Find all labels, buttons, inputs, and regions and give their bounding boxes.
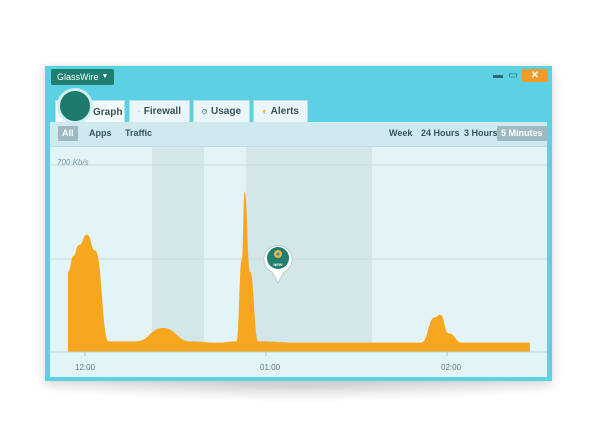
tab-bar: Graph Firewall Usage Alerts — [45, 88, 552, 124]
y-axis-label: 700 Kb/s — [57, 158, 89, 167]
gauge-icon — [202, 109, 207, 114]
filter-apps-button[interactable]: Apps — [85, 126, 116, 141]
tab-alerts-label: Alerts — [270, 106, 299, 117]
flame-icon — [138, 110, 140, 113]
timeline-band — [152, 147, 204, 352]
close-button[interactable]: ✕ — [522, 69, 548, 82]
maximize-button[interactable]: ▭ — [506, 69, 520, 82]
marker-label: NEW — [273, 262, 283, 267]
app-menu-label: GlassWire — [57, 72, 99, 82]
tab-usage[interactable]: Usage — [193, 100, 250, 122]
x-tick-label: 12:00 — [75, 363, 96, 372]
tab-usage-label: Usage — [210, 106, 241, 117]
bulb-icon — [262, 109, 266, 114]
title-bar: GlassWire ▼ ▬ ▭ ✕ — [45, 66, 552, 88]
filter-all-button[interactable]: All — [58, 126, 78, 141]
app-window: GlassWire ▼ ▬ ▭ ✕ Graph Firewall Usage A… — [45, 66, 552, 381]
tab-firewall-label: Firewall — [143, 106, 181, 117]
app-menu-button[interactable]: GlassWire ▼ — [51, 69, 115, 85]
tab-alerts[interactable]: Alerts — [253, 100, 308, 122]
x-tick-label: 02:00 — [441, 363, 462, 372]
filter-bar: All Apps Traffic Week 24 Hours 3 Hours 5… — [50, 122, 547, 147]
range-5-minutes-button[interactable]: 5 Minutes — [497, 126, 547, 141]
x-tick-label: 01:00 — [260, 363, 281, 372]
range-3-hours-button[interactable]: 3 Hours — [460, 126, 502, 141]
tab-firewall[interactable]: Firewall — [129, 100, 190, 122]
traffic-graph[interactable] — [50, 147, 547, 377]
graph-panel: All Apps Traffic Week 24 Hours 3 Hours 5… — [50, 122, 547, 377]
new-app-marker[interactable]: NEW — [263, 242, 293, 285]
tab-graph-label: Graph — [93, 106, 123, 118]
range-week-button[interactable]: Week — [385, 126, 416, 141]
chevron-down-icon: ▼ — [101, 73, 109, 80]
filter-traffic-button[interactable]: Traffic — [121, 126, 156, 141]
minimize-button[interactable]: ▬ — [491, 69, 505, 82]
range-24-hours-button[interactable]: 24 Hours — [417, 126, 464, 141]
glasswire-logo — [57, 88, 93, 124]
